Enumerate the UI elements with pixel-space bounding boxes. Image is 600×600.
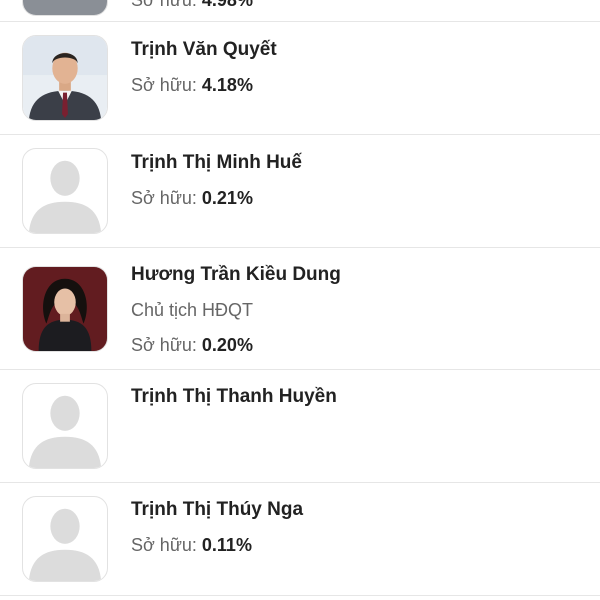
ownership-label: Sở hữu: bbox=[131, 335, 197, 355]
ownership-label: Sở hữu: bbox=[131, 188, 197, 208]
avatar bbox=[22, 496, 108, 582]
shareholder-name: Trịnh Văn Quyết bbox=[131, 39, 277, 60]
shareholder-row[interactable]: Trịnh Thị Thúy Nga Sở hữu: 0.11% bbox=[0, 483, 600, 596]
person-photo-icon bbox=[23, 36, 107, 120]
shareholder-name: Trịnh Thị Thúy Nga bbox=[131, 499, 304, 520]
person-placeholder-icon bbox=[28, 160, 102, 233]
shareholder-row[interactable]: Hương Trần Kiều Dung Chủ tịch HĐQT Sở hữ… bbox=[0, 248, 600, 370]
shareholder-name: Hương Trần Kiều Dung bbox=[131, 264, 341, 285]
ownership-value: 4.18% bbox=[201, 75, 253, 95]
ownership-text: Sở hữu: 0.20% bbox=[131, 335, 253, 356]
shareholder-row[interactable]: Trịnh Văn Quyết Sở hữu: 4.18% bbox=[0, 22, 600, 135]
shareholder-row[interactable]: Sở hữu: 4.98% bbox=[0, 0, 600, 22]
person-photo-icon bbox=[23, 267, 107, 351]
shareholder-name: Trịnh Thị Minh Huế bbox=[131, 152, 302, 173]
person-placeholder-icon bbox=[28, 508, 102, 581]
avatar bbox=[22, 383, 108, 469]
ownership-text: Sở hữu: 4.18% bbox=[131, 75, 253, 96]
person-placeholder-icon bbox=[28, 395, 102, 468]
ownership-text: Sở hữu: 4.98% bbox=[131, 0, 253, 11]
avatar bbox=[22, 0, 108, 16]
ownership-label: Sở hữu: bbox=[131, 75, 197, 95]
ownership-value: 4.98% bbox=[201, 0, 253, 10]
ownership-text: Sở hữu: 0.11% bbox=[131, 535, 252, 556]
shareholder-name: Trịnh Thị Thanh Huyền bbox=[131, 386, 337, 407]
avatar bbox=[22, 148, 108, 234]
shareholder-row[interactable]: Trịnh Thị Minh Huế Sở hữu: 0.21% bbox=[0, 135, 600, 248]
shareholder-list: Sở hữu: 4.98% Trịnh Văn Quyết Sở hữu: 4.… bbox=[0, 0, 600, 600]
ownership-label: Sở hữu: bbox=[131, 0, 197, 10]
ownership-value: 0.21% bbox=[201, 188, 253, 208]
ownership-value: 0.20% bbox=[201, 335, 253, 355]
avatar bbox=[22, 35, 108, 121]
ownership-value: 0.11% bbox=[201, 535, 252, 555]
shareholder-role: Chủ tịch HĐQT bbox=[131, 300, 254, 320]
ownership-label: Sở hữu: bbox=[131, 535, 197, 555]
avatar bbox=[22, 266, 108, 352]
ownership-text: Sở hữu: 0.21% bbox=[131, 188, 253, 209]
person-photo-icon bbox=[23, 0, 107, 15]
shareholder-row[interactable]: Trịnh Thị Thanh Huyền bbox=[0, 370, 600, 483]
